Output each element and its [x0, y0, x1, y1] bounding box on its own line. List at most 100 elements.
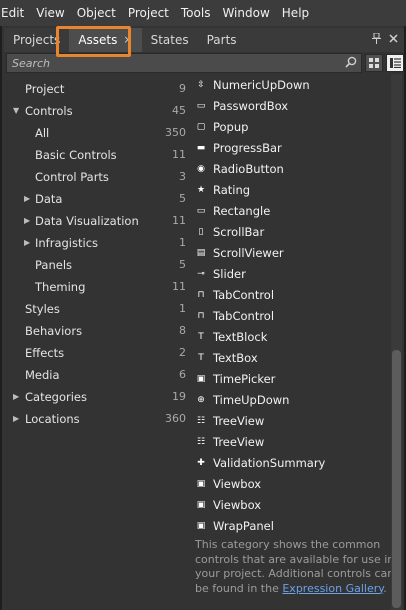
tab-projects-label: Projects	[13, 33, 61, 47]
numeric-updown-icon: ⇳	[197, 79, 205, 90]
category-styles[interactable]: Styles 1	[4, 298, 188, 320]
asset-item[interactable]: ⊓ TabControl	[192, 305, 392, 326]
asset-item[interactable]: ⇳ NumericUpDown	[192, 74, 392, 95]
asset-item[interactable]: ▭ Rectangle	[192, 200, 392, 221]
list-view-icon[interactable]	[386, 54, 404, 72]
category-controls[interactable]: ▼ Controls 45	[4, 100, 188, 122]
asset-label: RadioButton	[213, 161, 284, 176]
asset-item[interactable]: ◉ RadioButton	[192, 158, 392, 179]
category-behaviors[interactable]: Behaviors 8	[4, 320, 188, 342]
scrollviewer-icon: ▤	[196, 247, 206, 258]
category-effects[interactable]: Effects 2	[4, 342, 188, 364]
category-count: 19	[172, 390, 186, 403]
menu-project[interactable]: Project	[122, 0, 175, 26]
asset-label: WrapPanel	[213, 518, 274, 533]
menu-help[interactable]: Help	[276, 0, 315, 26]
asset-item[interactable]: ▣ TimePicker	[192, 368, 392, 389]
menu-view[interactable]: View	[30, 0, 70, 26]
asset-item[interactable]: ▣ Viewbox	[192, 473, 392, 494]
treeview-icon: ☷	[196, 436, 206, 447]
asset-item[interactable]: ▯ ScrollBar	[192, 221, 392, 242]
menu-tools[interactable]: Tools	[175, 0, 217, 26]
search-row	[4, 52, 404, 74]
grid-view-icon[interactable]	[365, 54, 383, 72]
category-data-visualization[interactable]: ▶ Data Visualization 11	[4, 210, 188, 232]
asset-label: TextBlock	[213, 329, 268, 344]
asset-item[interactable]: ▣ WrapPanel	[192, 515, 392, 536]
asset-label: ValidationSummary	[213, 455, 326, 470]
asset-item[interactable]: ▬ ProgressBar	[192, 137, 392, 158]
category-count: 9	[179, 82, 186, 95]
viewbox-icon: ▣	[196, 499, 206, 510]
vertical-scrollbar[interactable]	[391, 74, 402, 610]
asset-item[interactable]: T TextBox	[192, 347, 392, 368]
tab-assets[interactable]: Assets ×	[69, 28, 142, 52]
category-label: Basic Controls	[35, 148, 117, 162]
asset-item[interactable]: ☷ TreeView	[192, 431, 392, 452]
asset-label: Viewbox	[213, 476, 262, 491]
assets-panel: Projects Assets × States Parts Search Pr…	[0, 26, 406, 610]
asset-item[interactable]: ★ Rating	[192, 179, 392, 200]
category-locations[interactable]: ▶ Locations 360	[4, 408, 188, 430]
category-project[interactable]: Project 9	[4, 78, 188, 100]
close-icon[interactable]: ×	[123, 28, 132, 52]
asset-label: Rectangle	[213, 203, 271, 218]
category-label: Media	[25, 368, 60, 382]
collapsed-arrow-icon[interactable]: ▶	[24, 232, 30, 254]
collapsed-arrow-icon[interactable]: ▶	[24, 210, 30, 232]
asset-item[interactable]: ⊸ Slider	[192, 263, 392, 284]
popup-icon: ▢	[196, 121, 206, 132]
category-data[interactable]: ▶ Data 5	[4, 188, 188, 210]
category-basic-controls[interactable]: Basic Controls 11	[4, 144, 188, 166]
search-box	[6, 53, 362, 73]
category-panels[interactable]: Panels 5	[4, 254, 188, 276]
tab-parts[interactable]: Parts	[198, 28, 246, 52]
scrollbar-thumb[interactable]	[392, 350, 401, 608]
close-panel-icon[interactable]	[389, 33, 398, 47]
category-label: Panels	[35, 258, 73, 272]
tab-projects[interactable]: Projects	[4, 28, 69, 52]
menu-window[interactable]: Window	[216, 0, 275, 26]
search-icon[interactable]	[345, 56, 357, 71]
panel-tab-strip: Projects Assets × States Parts	[4, 28, 404, 52]
tab-states[interactable]: States	[142, 28, 198, 52]
collapsed-arrow-icon[interactable]: ▶	[13, 408, 19, 430]
pin-icon[interactable]	[372, 32, 381, 47]
asset-item[interactable]: ✚ ValidationSummary	[192, 452, 392, 473]
expression-gallery-link[interactable]: Expression Gallery	[282, 582, 383, 595]
collapsed-arrow-icon[interactable]: ▶	[13, 386, 19, 408]
category-theming[interactable]: Theming 11	[4, 276, 188, 298]
asset-item[interactable]: ▣ Viewbox	[192, 494, 392, 515]
asset-label: TabControl	[213, 287, 275, 302]
category-categories[interactable]: ▶ Categories 19	[4, 386, 188, 408]
asset-label: Viewbox	[213, 497, 262, 512]
asset-label: TreeView	[213, 413, 265, 428]
asset-item[interactable]: T TextBlock	[192, 326, 392, 347]
collapsed-arrow-icon[interactable]: ▶	[24, 188, 30, 210]
asset-item[interactable]: ▭ PasswordBox	[192, 95, 392, 116]
asset-item[interactable]: ⊕ TimeUpDown	[192, 389, 392, 410]
expanded-arrow-icon[interactable]: ▼	[13, 100, 19, 122]
category-count: 8	[179, 324, 186, 337]
category-count: 11	[172, 148, 186, 161]
scrollbar-icon: ▯	[198, 226, 204, 237]
asset-item[interactable]: ☷ TreeView	[192, 410, 392, 431]
asset-item[interactable]: ▢ Popup	[192, 116, 392, 137]
asset-item[interactable]: ⊓ TabControl	[192, 284, 392, 305]
menu-edit[interactable]: Edit	[0, 0, 30, 26]
menu-object[interactable]: Object	[71, 0, 122, 26]
asset-label: Popup	[213, 119, 249, 134]
category-count: 11	[172, 280, 186, 293]
menu-bar: Edit View Object Project Tools Window He…	[0, 0, 406, 26]
category-control-parts[interactable]: Control Parts 3	[4, 166, 188, 188]
asset-label: TextBox	[213, 350, 258, 365]
category-media[interactable]: Media 6	[4, 364, 188, 386]
asset-list: ⇳ NumericUpDown ▭ PasswordBox ▢ Popup ▬ Progres…	[192, 74, 392, 536]
asset-item[interactable]: ▤ ScrollViewer	[192, 242, 392, 263]
search-input[interactable]	[12, 56, 345, 70]
category-infragistics[interactable]: ▶ Infragistics 1	[4, 232, 188, 254]
timepicker-icon: ▣	[196, 373, 206, 384]
category-all[interactable]: All 350	[4, 122, 188, 144]
category-description: This category shows the common controls …	[195, 538, 400, 596]
category-count: 3	[179, 170, 186, 183]
